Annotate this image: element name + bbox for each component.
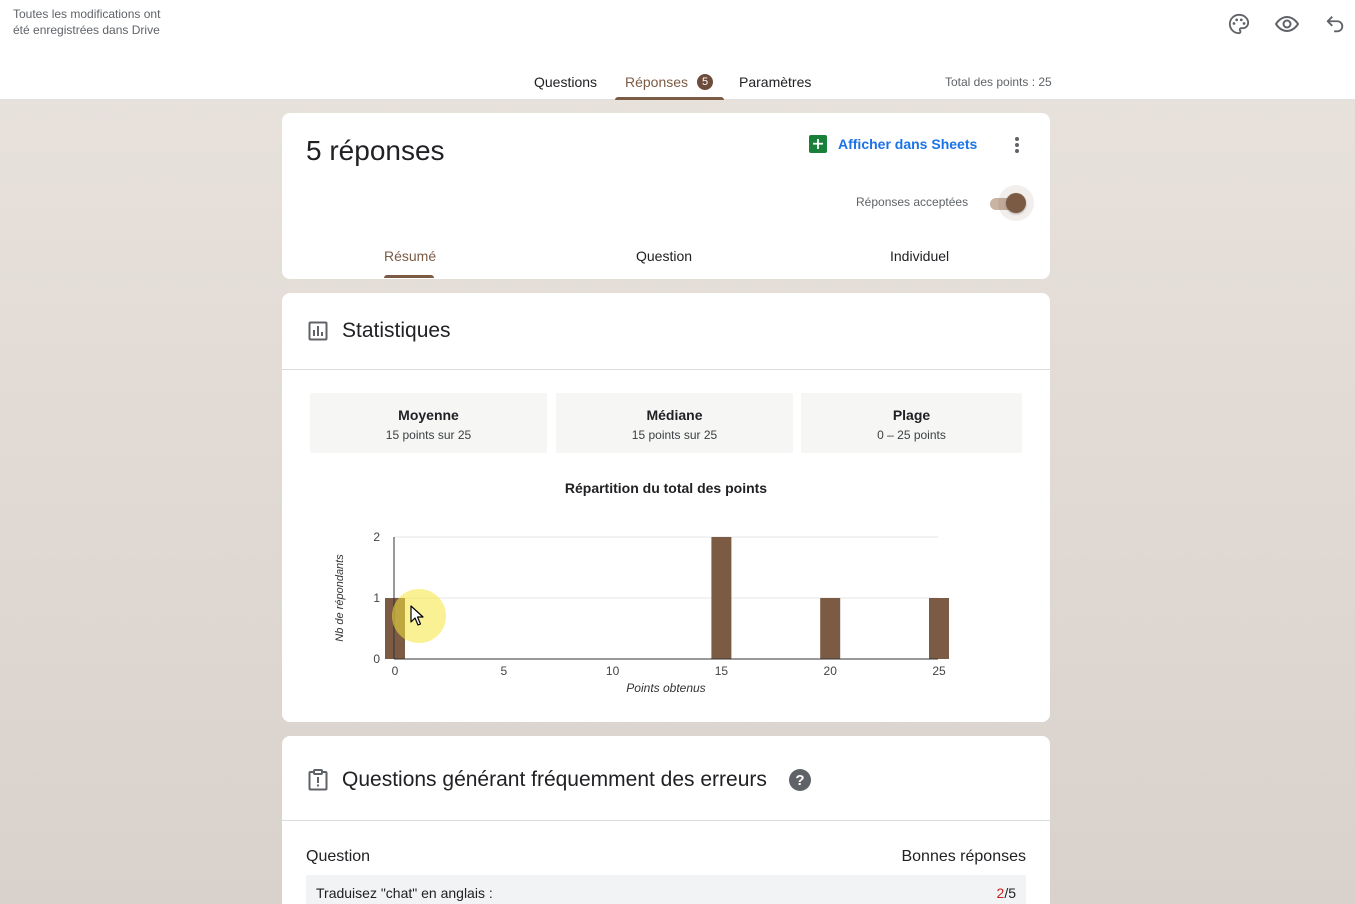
bar bbox=[711, 537, 732, 659]
table-row[interactable]: Traduisez "chat" en anglais : 2/5 bbox=[306, 875, 1026, 904]
sheets-icon bbox=[809, 135, 827, 153]
toggle-thumb bbox=[1006, 193, 1026, 213]
responses-count-title: 5 réponses bbox=[306, 135, 445, 166]
stat-average-name: Moyenne bbox=[398, 407, 459, 423]
bar bbox=[929, 598, 949, 659]
x-tick-label: 0 bbox=[392, 664, 399, 678]
total-points: Total des points : 25 bbox=[945, 75, 1052, 89]
more-options-icon[interactable] bbox=[1009, 135, 1025, 155]
help-icon[interactable]: ? bbox=[788, 769, 811, 791]
accepting-responses-label: Réponses acceptées bbox=[856, 195, 969, 209]
bar bbox=[820, 598, 841, 659]
frequent-errors-title: Questions générant fréquemment des erreu… bbox=[342, 768, 767, 791]
stat-range: Plage 0 – 25 points bbox=[801, 393, 1022, 453]
app-header: Toutes les modifications ont été enregis… bbox=[0, 0, 1355, 100]
frequent-errors-header: Questions générant fréquemment des erreu… bbox=[308, 768, 811, 792]
x-tick-label: 5 bbox=[500, 664, 507, 678]
palette-icon[interactable] bbox=[1227, 12, 1251, 36]
eye-icon[interactable] bbox=[1275, 12, 1299, 36]
tab-settings[interactable]: Paramètres bbox=[739, 68, 811, 100]
tab-settings-label: Paramètres bbox=[739, 74, 812, 90]
column-header-question: Question bbox=[306, 848, 371, 865]
save-status: Toutes les modifications ont été enregis… bbox=[13, 7, 161, 37]
view-in-sheets-label: Afficher dans Sheets bbox=[838, 136, 978, 152]
x-tick-label: 10 bbox=[606, 664, 620, 678]
clipboard-alert-icon bbox=[308, 769, 328, 791]
x-tick-label: 20 bbox=[824, 664, 838, 678]
divider bbox=[282, 369, 1050, 370]
accepting-responses-toggle[interactable] bbox=[986, 185, 1036, 221]
responses-count-badge: 5 bbox=[697, 74, 714, 90]
y-axis-label: Nb de répondants bbox=[334, 554, 346, 642]
tab-questions-label: Questions bbox=[534, 74, 598, 90]
undo-icon[interactable] bbox=[1323, 12, 1347, 36]
y-tick-label: 0 bbox=[373, 652, 380, 666]
stat-range-value: 0 – 25 points bbox=[877, 428, 946, 442]
statistics-title: Statistiques bbox=[342, 319, 451, 342]
subtab-summary[interactable]: Résumé bbox=[384, 248, 436, 264]
subtab-active-indicator bbox=[384, 275, 434, 278]
header-actions bbox=[1227, 12, 1347, 36]
view-in-sheets-button[interactable]: Afficher dans Sheets bbox=[809, 135, 977, 153]
stat-average-value: 15 points sur 25 bbox=[385, 428, 472, 442]
frequent-errors-card: Questions générant fréquemment des erreu… bbox=[282, 736, 1050, 904]
tab-responses[interactable]: Réponses 5 bbox=[614, 68, 725, 100]
correct-total: /5 bbox=[1004, 885, 1016, 901]
chart-title: Répartition du total des points bbox=[564, 480, 768, 496]
y-tick-label: 2 bbox=[373, 530, 380, 544]
subtab-question[interactable]: Question bbox=[636, 248, 692, 264]
x-axis-label: Points obtenus bbox=[626, 681, 705, 695]
stat-median-name: Médiane bbox=[646, 407, 703, 423]
statistics-header: Statistiques bbox=[308, 319, 451, 343]
stat-median: Médiane 15 points sur 25 bbox=[556, 393, 793, 453]
divider bbox=[282, 820, 1050, 821]
subtab-individual[interactable]: Individuel bbox=[890, 248, 949, 264]
column-header-correct: Bonnes réponses bbox=[901, 848, 1026, 865]
mouse-cursor-icon bbox=[410, 605, 424, 626]
statistics-card: Statistiques Moyenne 15 points sur 25 Mé… bbox=[282, 293, 1050, 722]
correct-count: 2/5 bbox=[997, 885, 1016, 901]
main-tabs: Questions Réponses 5 Paramètres bbox=[0, 68, 1355, 100]
tab-questions[interactable]: Questions bbox=[534, 68, 597, 100]
stat-average: Moyenne 15 points sur 25 bbox=[310, 393, 547, 453]
tab-responses-label: Réponses bbox=[625, 74, 689, 90]
responses-card: 5 réponses Afficher dans Sheets Réponses… bbox=[282, 113, 1050, 279]
question-text: Traduisez "chat" en anglais : bbox=[316, 885, 493, 901]
x-tick-label: 25 bbox=[932, 664, 946, 678]
bar-chart-icon bbox=[308, 321, 328, 341]
x-tick-label: 15 bbox=[715, 664, 729, 678]
y-tick-label: 1 bbox=[373, 591, 380, 605]
stat-range-name: Plage bbox=[892, 407, 931, 423]
stat-median-value: 15 points sur 25 bbox=[631, 428, 718, 442]
